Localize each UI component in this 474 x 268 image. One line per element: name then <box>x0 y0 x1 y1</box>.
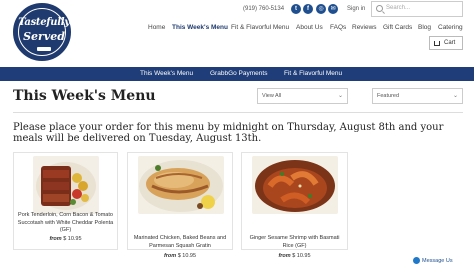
message-us-button[interactable]: Message Us <box>413 257 453 264</box>
site-header: Tastefully Served (919) 760-5134 t f ◎ ✉… <box>0 0 474 66</box>
search-icon <box>376 5 383 12</box>
brand-logo[interactable]: Tastefully Served <box>13 3 71 61</box>
price-prefix: from <box>49 236 62 242</box>
nav-item-this-weeks-menu[interactable]: This Week's Menu <box>172 24 228 31</box>
nav-item-fit-flavorful-menu[interactable]: Fit & Flavorful Menu <box>231 24 289 31</box>
nav-item-catering[interactable]: Catering <box>438 24 463 31</box>
product-price: from $ 10.95 <box>14 236 117 242</box>
product-card[interactable]: Ginger Sesame Shrimp with Basmati Rice (… <box>241 152 348 250</box>
email-icon[interactable]: ✉ <box>328 4 338 14</box>
cart-label: Cart <box>444 40 456 46</box>
sort-value: Featured <box>377 93 400 99</box>
search-input[interactable]: Search... <box>371 1 463 17</box>
facebook-icon[interactable]: f <box>303 4 313 14</box>
nav-item-gift-cards[interactable]: Gift Cards <box>383 24 412 31</box>
view-filter-value: View All <box>262 93 282 99</box>
page-title: This Week's Menu <box>13 88 156 104</box>
product-name[interactable]: Pork Tenderloin, Corn Bacon & Tomato Suc… <box>16 212 115 235</box>
signin-link[interactable]: Sign in <box>347 6 365 12</box>
nav-item-faqs[interactable]: FAQs <box>330 24 346 31</box>
chevron-down-icon: ⌄ <box>452 93 458 99</box>
cart-button[interactable]: Cart <box>429 36 463 50</box>
product-name[interactable]: Ginger Sesame Shrimp with Basmati Rice (… <box>244 235 345 250</box>
cart-icon <box>434 41 440 46</box>
logo-text-line2: Served <box>23 30 65 43</box>
chevron-down-icon: ⌄ <box>337 93 343 99</box>
nav-item-blog[interactable]: Blog <box>418 24 431 31</box>
view-filter-select[interactable]: View All ⌄ <box>257 88 348 104</box>
product-image[interactable] <box>252 156 338 214</box>
product-image[interactable] <box>33 156 99 214</box>
nav-item-home[interactable]: Home <box>148 24 165 31</box>
logo-tag <box>37 47 51 51</box>
subnav-item-fit-flavorful-menu[interactable]: Fit & Flavorful Menu <box>284 70 342 77</box>
logo-text-line1: Tastefully <box>18 17 70 28</box>
subnav-item-grabbgo-payments[interactable]: GrabbGo Payments <box>210 70 267 77</box>
price-value: $ 10.95 <box>63 236 82 242</box>
instagram-icon[interactable]: ◎ <box>316 4 326 14</box>
search-placeholder: Search... <box>386 5 411 11</box>
chat-icon <box>413 257 420 264</box>
twitter-icon[interactable]: t <box>291 4 301 14</box>
price-value: $ 10.95 <box>292 253 311 259</box>
product-card[interactable]: Marinated Chicken, Baked Beans and Parme… <box>127 152 233 250</box>
message-us-label: Message Us <box>422 258 453 264</box>
product-image[interactable] <box>138 156 224 214</box>
product-price: from $ 10.95 <box>241 253 348 259</box>
nav-item-about-us[interactable]: About Us <box>296 24 323 31</box>
price-value: $ 10.95 <box>177 253 197 259</box>
sort-select[interactable]: Featured ⌄ <box>372 88 463 104</box>
product-price: from $ 10.95 <box>127 253 233 259</box>
order-notice: Please place your order for this menu by… <box>13 122 444 144</box>
price-prefix: from <box>278 253 291 259</box>
phone-number[interactable]: (919) 760-5134 <box>243 6 284 12</box>
price-prefix: from <box>163 253 177 259</box>
sub-nav: This Week's Menu GrabbGo Payments Fit & … <box>0 67 474 81</box>
nav-item-reviews[interactable]: Reviews <box>352 24 377 31</box>
product-name[interactable]: Marinated Chicken, Baked Beans and Parme… <box>130 235 230 250</box>
subnav-item-this-weeks-menu[interactable]: This Week's Menu <box>140 70 193 77</box>
divider <box>13 112 463 113</box>
product-card[interactable]: Pork Tenderloin, Corn Bacon & Tomato Suc… <box>13 152 118 250</box>
